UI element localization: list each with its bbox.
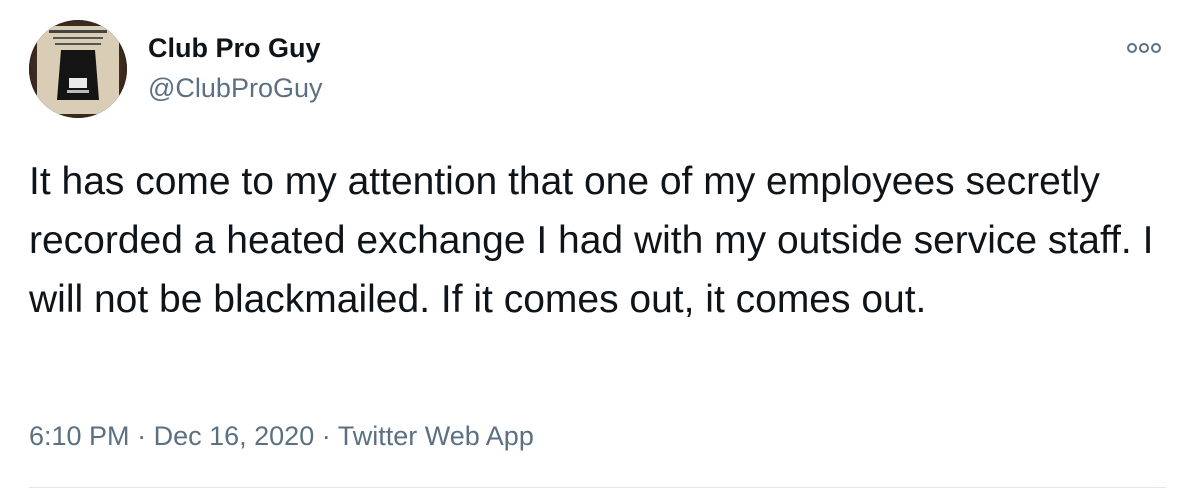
tweet-date[interactable]: Dec 16, 2020 xyxy=(154,421,315,451)
tweet-text: It has come to my attention that one of … xyxy=(29,160,1154,321)
display-name[interactable]: Club Pro Guy xyxy=(148,32,321,64)
meta-separator: · xyxy=(321,421,331,451)
user-handle[interactable]: @ClubProGuy xyxy=(148,72,322,104)
avatar[interactable] xyxy=(29,20,127,118)
more-options-icon xyxy=(1127,43,1161,53)
tweet-metadata: 6:10 PM · Dec 16, 2020 · Twitter Web App xyxy=(29,418,534,454)
meta-separator: · xyxy=(137,421,147,451)
tweet-card: Club Pro Guy @ClubProGuy It has come to … xyxy=(0,0,1198,494)
tweet-time[interactable]: 6:10 PM xyxy=(29,421,130,451)
profile-photo-icon xyxy=(29,20,127,118)
tweet-source[interactable]: Twitter Web App xyxy=(338,421,534,451)
more-options-button[interactable] xyxy=(1122,32,1166,62)
divider xyxy=(29,487,1166,488)
